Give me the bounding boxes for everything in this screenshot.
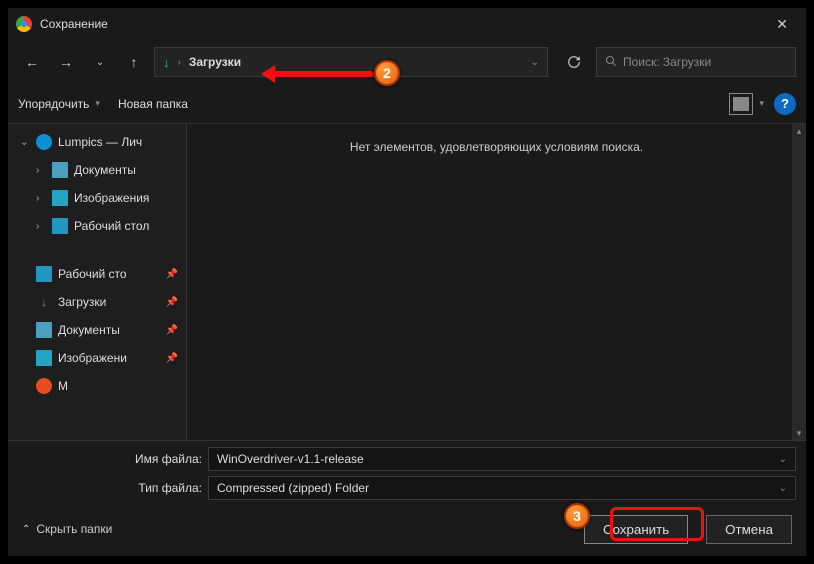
images-icon <box>36 350 52 366</box>
desktop-icon <box>36 266 52 282</box>
chevron-down-icon[interactable]: ⌄ <box>779 454 787 465</box>
pin-icon: 📌 <box>166 297 178 308</box>
organize-button[interactable]: Упорядочить ▾ <box>18 97 100 111</box>
annotation-arrow <box>273 71 373 77</box>
refresh-button[interactable] <box>558 48 590 76</box>
chevron-down-icon: ⌄ <box>20 137 30 148</box>
downloads-icon: ↓ <box>36 294 52 310</box>
scrollbar[interactable]: ▴ ▾ <box>792 124 806 440</box>
chevron-right-icon: › <box>36 165 46 176</box>
pin-icon: 📌 <box>166 325 178 336</box>
footer: ⌃ Скрыть папки Сохранить Отмена <box>8 502 806 556</box>
view-mode-dropdown[interactable]: ▾ <box>759 98 764 109</box>
toolbar: Упорядочить ▾ Новая папка ▾ ? <box>8 84 806 124</box>
search-icon <box>605 55 617 70</box>
titlebar: Сохранение ✕ <box>8 8 806 40</box>
sidebar-item-images[interactable]: › Изображения <box>8 184 186 212</box>
cancel-button[interactable]: Отмена <box>706 515 792 544</box>
navigation-bar: ← → ⌄ ↑ ↓ › Загрузки ⌄ Поиск: Загрузки <box>8 40 806 84</box>
annotation-badge-3: 3 <box>564 503 590 529</box>
address-dropdown[interactable]: ⌄ <box>531 57 539 68</box>
m-icon <box>36 378 52 394</box>
scroll-up-arrow[interactable]: ▴ <box>792 124 806 138</box>
forward-button[interactable]: → <box>52 48 80 76</box>
sidebar-pinned-images[interactable]: Изображени 📌 <box>8 344 186 372</box>
images-icon <box>52 190 68 206</box>
sidebar-item-documents[interactable]: › Документы <box>8 156 186 184</box>
close-button[interactable]: ✕ <box>766 12 798 37</box>
hide-folders-toggle[interactable]: ⌃ Скрыть папки <box>22 522 112 536</box>
chevron-right-icon: › <box>178 57 181 68</box>
annotation-badge-2: 2 <box>374 60 400 86</box>
filetype-select[interactable]: Compressed (zipped) Folder ⌄ <box>208 476 796 500</box>
help-button[interactable]: ? <box>774 93 796 115</box>
filename-input[interactable]: WinOverdriver-v1.1-release ⌄ <box>208 447 796 471</box>
content-area: Нет элементов, удовлетворяющих условиям … <box>186 124 806 440</box>
view-mode-button[interactable] <box>729 93 753 115</box>
search-placeholder: Поиск: Загрузки <box>623 55 711 69</box>
sidebar-pinned-documents[interactable]: Документы 📌 <box>8 316 186 344</box>
new-folder-button[interactable]: Новая папка <box>118 97 188 111</box>
main-area: ⌄ Lumpics — Лич › Документы › Изображени… <box>8 124 806 440</box>
chevron-right-icon: › <box>36 193 46 204</box>
chevron-right-icon: › <box>36 221 46 232</box>
sidebar-pinned-desktop[interactable]: Рабочий сто 📌 <box>8 260 186 288</box>
chevron-down-icon[interactable]: ⌄ <box>779 483 787 494</box>
scroll-down-arrow[interactable]: ▾ <box>792 426 806 440</box>
documents-icon <box>36 322 52 338</box>
chrome-icon <box>16 16 32 32</box>
documents-icon <box>52 162 68 178</box>
back-button[interactable]: ← <box>18 48 46 76</box>
sidebar-pinned-downloads[interactable]: ↓ Загрузки 📌 <box>8 288 186 316</box>
pin-icon: 📌 <box>166 269 178 280</box>
address-text: Загрузки <box>189 55 241 69</box>
sidebar: ⌄ Lumpics — Лич › Документы › Изображени… <box>8 124 186 440</box>
desktop-icon <box>52 218 68 234</box>
filetype-label: Тип файла: <box>18 481 202 495</box>
save-button[interactable]: Сохранить <box>584 515 688 544</box>
file-form: Имя файла: WinOverdriver-v1.1-release ⌄ … <box>8 440 806 502</box>
pin-icon: 📌 <box>166 353 178 364</box>
search-box[interactable]: Поиск: Загрузки <box>596 47 796 77</box>
onedrive-icon <box>36 134 52 150</box>
recent-dropdown[interactable]: ⌄ <box>86 48 114 76</box>
window-title: Сохранение <box>40 17 766 31</box>
sidebar-item-desktop[interactable]: › Рабочий стол <box>8 212 186 240</box>
sidebar-pinned-m[interactable]: М <box>8 372 186 400</box>
downloads-icon: ↓ <box>163 55 170 70</box>
sidebar-item-onedrive[interactable]: ⌄ Lumpics — Лич <box>8 128 186 156</box>
filename-label: Имя файла: <box>18 452 202 466</box>
up-button[interactable]: ↑ <box>120 48 148 76</box>
empty-message: Нет элементов, удовлетворяющих условиям … <box>187 140 806 154</box>
save-dialog-window: Сохранение ✕ ← → ⌄ ↑ ↓ › Загрузки ⌄ Поис… <box>8 8 806 556</box>
